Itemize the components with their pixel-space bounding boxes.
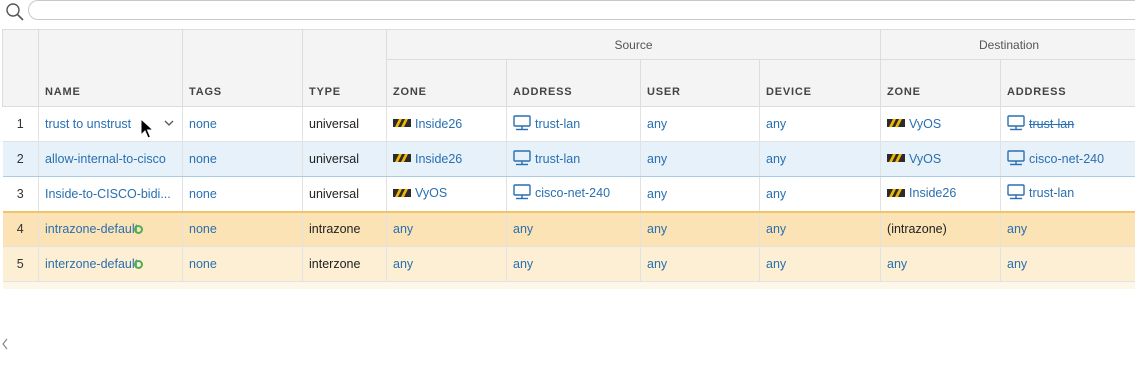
destination-address[interactable]: any bbox=[1007, 222, 1027, 236]
mouse-pointer-icon bbox=[140, 118, 154, 139]
source-address[interactable]: trust-lan bbox=[535, 151, 580, 165]
rule-number: 3 bbox=[2, 176, 39, 212]
chevron-down-icon[interactable] bbox=[164, 120, 174, 126]
destination-address[interactable]: trust-lan bbox=[1029, 186, 1074, 200]
rule-name-cell[interactable]: trust to unstrust bbox=[38, 106, 183, 142]
source-address[interactable]: trust-lan bbox=[535, 116, 580, 130]
source-user[interactable]: any bbox=[647, 257, 667, 271]
destination-zone[interactable]: VyOS bbox=[909, 117, 941, 131]
destination-address[interactable]: any bbox=[1007, 257, 1027, 271]
security-rules-table: NAME TAGS TYPE Source Destination ZONE A… bbox=[2, 29, 1135, 289]
source-user[interactable]: any bbox=[647, 117, 667, 131]
source-user[interactable]: any bbox=[647, 152, 667, 166]
source-address[interactable]: any bbox=[513, 257, 533, 271]
override-icon bbox=[134, 260, 144, 270]
rule-name-link[interactable]: interzone-default bbox=[45, 257, 138, 271]
rule-name-link[interactable]: intrazone-default bbox=[45, 222, 138, 236]
source-user[interactable]: any bbox=[647, 222, 667, 236]
rule-tags[interactable]: none bbox=[189, 117, 217, 131]
source-device[interactable]: any bbox=[766, 152, 786, 166]
column-header-source-user[interactable]: USER bbox=[640, 59, 760, 107]
source-zone[interactable]: Inside26 bbox=[415, 117, 462, 131]
source-zone[interactable]: any bbox=[393, 222, 413, 236]
table-row[interactable]: 1 trust to unstrust none universal Insid… bbox=[2, 106, 1135, 142]
rule-type: intrazone bbox=[309, 222, 361, 237]
zone-icon bbox=[887, 152, 906, 166]
source-device[interactable]: any bbox=[766, 187, 786, 201]
rule-name-link[interactable]: allow-internal-to-cisco bbox=[45, 152, 166, 166]
source-device[interactable]: any bbox=[766, 117, 786, 131]
table-row[interactable]: 5 interzone-default none interzone any a… bbox=[2, 246, 1135, 282]
source-address[interactable]: any bbox=[513, 222, 533, 236]
rule-name-link[interactable]: Inside-to-CISCO-bidi... bbox=[45, 187, 171, 201]
rule-number: 1 bbox=[2, 106, 39, 142]
address-icon bbox=[1007, 114, 1025, 134]
source-device[interactable]: any bbox=[766, 222, 786, 236]
source-user[interactable]: any bbox=[647, 187, 667, 201]
column-header-source-zone[interactable]: ZONE bbox=[386, 59, 507, 107]
rule-number: 4 bbox=[2, 210, 39, 247]
rule-tags[interactable]: none bbox=[189, 187, 217, 201]
destination-zone: (intrazone) bbox=[887, 222, 947, 237]
table-row[interactable]: 2 allow-internal-to-cisco none universal… bbox=[2, 141, 1135, 177]
rule-type: universal bbox=[309, 186, 360, 201]
rule-type: universal bbox=[309, 152, 360, 166]
column-header-source-address[interactable]: ADDRESS bbox=[506, 59, 641, 107]
address-icon bbox=[1007, 184, 1025, 203]
destination-address[interactable]: trust-lan bbox=[1029, 116, 1074, 130]
rule-name-link[interactable]: trust to unstrust bbox=[45, 117, 131, 131]
column-header-tags[interactable]: TAGS bbox=[182, 29, 303, 107]
address-icon bbox=[513, 149, 531, 169]
rule-tags[interactable]: none bbox=[189, 257, 217, 271]
destination-zone[interactable]: Inside26 bbox=[909, 186, 956, 200]
rule-type: interzone bbox=[309, 257, 361, 271]
address-icon bbox=[513, 114, 531, 134]
rule-type: universal bbox=[309, 117, 360, 131]
rule-tags[interactable]: none bbox=[189, 222, 217, 236]
search-input[interactable] bbox=[28, 0, 1135, 20]
rule-tags[interactable]: none bbox=[189, 152, 217, 166]
zone-icon bbox=[887, 117, 906, 131]
column-header-destination-address[interactable]: ADDRESS bbox=[1000, 59, 1135, 107]
group-header-source: Source bbox=[385, 29, 882, 60]
search-icon[interactable] bbox=[5, 2, 25, 22]
group-header-destination: Destination bbox=[880, 29, 1135, 60]
source-device[interactable]: any bbox=[766, 257, 786, 271]
address-icon bbox=[1007, 149, 1025, 169]
source-address[interactable]: cisco-net-240 bbox=[535, 186, 610, 200]
destination-zone[interactable]: any bbox=[887, 257, 907, 271]
source-zone[interactable]: any bbox=[393, 257, 413, 271]
column-header-destination-zone[interactable]: ZONE bbox=[880, 59, 1002, 107]
override-icon bbox=[134, 225, 144, 235]
table-row[interactable]: 4 intrazone-default none intrazone any a… bbox=[2, 210, 1135, 247]
source-zone[interactable]: VyOS bbox=[415, 186, 447, 200]
resize-handle-icon[interactable] bbox=[2, 338, 8, 350]
search-bar bbox=[0, 0, 1135, 24]
table-row[interactable]: 3 Inside-to-CISCO-bidi... none universal… bbox=[2, 176, 1135, 212]
zone-icon bbox=[887, 187, 906, 201]
zone-icon bbox=[393, 187, 411, 201]
rule-number: 2 bbox=[2, 141, 39, 177]
rule-number: 5 bbox=[2, 246, 39, 282]
destination-address[interactable]: cisco-net-240 bbox=[1029, 151, 1104, 165]
column-header-source-device[interactable]: DEVICE bbox=[758, 59, 882, 107]
source-zone[interactable]: Inside26 bbox=[415, 152, 462, 166]
row-number-header bbox=[2, 29, 39, 107]
table-filler bbox=[2, 281, 1135, 289]
column-header-name[interactable]: NAME bbox=[38, 29, 183, 107]
column-header-type[interactable]: TYPE bbox=[302, 29, 387, 107]
address-icon bbox=[513, 184, 531, 203]
zone-icon bbox=[393, 152, 411, 166]
zone-icon bbox=[393, 117, 411, 131]
destination-zone[interactable]: VyOS bbox=[909, 152, 941, 166]
